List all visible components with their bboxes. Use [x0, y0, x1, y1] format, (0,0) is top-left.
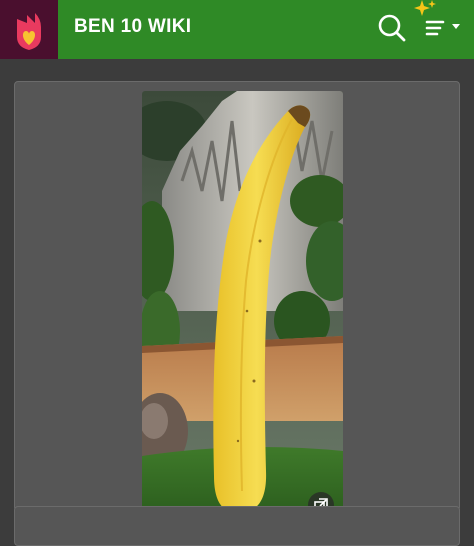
sparkle-menu-icon [414, 0, 460, 36]
menu-button[interactable] [410, 0, 470, 48]
infobox-panel [14, 81, 460, 524]
next-section-panel [14, 506, 460, 546]
fandom-logo-button[interactable] [0, 0, 58, 59]
top-navigation-bar: BEN 10 WIKI [0, 0, 474, 59]
search-icon [378, 14, 406, 42]
search-button[interactable] [372, 8, 412, 48]
wiki-title[interactable]: BEN 10 WIKI [74, 14, 191, 40]
banana-image[interactable] [142, 91, 343, 524]
page-content [0, 59, 474, 546]
fandom-heart-flame-icon [17, 12, 41, 50]
